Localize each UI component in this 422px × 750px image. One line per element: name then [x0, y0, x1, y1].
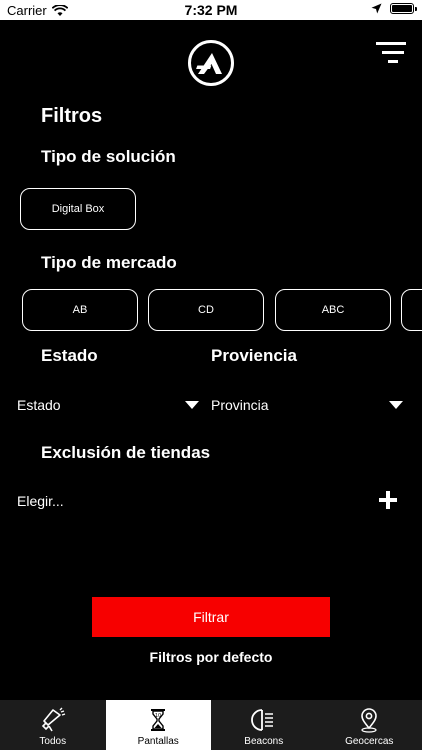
clock: 7:32 PM — [184, 2, 238, 18]
exclusion-select[interactable]: Elegir... — [17, 492, 217, 510]
filter-lines-icon — [376, 42, 406, 63]
brand-a-icon — [196, 53, 222, 74]
chip-market-cd[interactable]: CD — [148, 289, 264, 331]
megaphone-icon — [41, 707, 65, 732]
tab-beacons[interactable]: Beacons — [211, 700, 317, 750]
beacon-icon — [250, 709, 273, 731]
filter-menu-button[interactable] — [375, 41, 407, 65]
add-exclusion-button[interactable] — [379, 491, 397, 509]
svg-text:10: 10 — [155, 713, 161, 719]
filter-button[interactable]: Filtrar — [92, 597, 330, 637]
state-select-value: Estado — [17, 397, 61, 413]
state-heading: Estado — [41, 346, 98, 365]
page-title: Filtros — [41, 105, 103, 127]
caret-down-icon — [389, 401, 403, 409]
status-bar: Carrier 7:32 PM — [0, 0, 422, 20]
chip-market-ab[interactable]: AB — [22, 289, 138, 331]
solution-type-heading: Tipo de solución — [41, 147, 176, 166]
state-select[interactable]: Estado — [17, 396, 203, 414]
chip-market-abc[interactable]: ABC — [275, 289, 391, 331]
tab-label: Todos — [39, 736, 67, 747]
brand-logo — [188, 40, 234, 86]
province-heading: Proviencia — [211, 346, 297, 365]
tab-pantallas[interactable]: 10 Pantallas — [105, 700, 211, 750]
location-arrow-icon — [371, 3, 382, 14]
tab-todos[interactable]: Todos — [0, 700, 106, 750]
hourglass-icon: 10 — [151, 709, 166, 731]
tab-label: Pantallas — [137, 736, 179, 747]
default-filters-link[interactable]: Filtros por defecto — [0, 649, 422, 665]
tab-label: Beacons — [244, 736, 284, 747]
market-type-heading: Tipo de mercado — [41, 253, 177, 272]
tab-bar: Todos 10 Pantallas Beacons Geocercas — [0, 700, 422, 750]
tab-geocercas[interactable]: Geocercas — [317, 700, 422, 750]
caret-down-icon — [185, 401, 199, 409]
province-select[interactable]: Provincia — [211, 396, 406, 414]
exclusion-heading: Exclusión de tiendas — [41, 443, 211, 462]
exclusion-select-value: Elegir... — [17, 493, 64, 509]
battery-icon — [390, 3, 417, 14]
tab-label: Geocercas — [345, 736, 394, 747]
location-pin-icon — [361, 708, 378, 733]
chip-digital-box[interactable]: Digital Box — [20, 188, 136, 230]
province-select-value: Provincia — [211, 397, 269, 413]
chip-market-more[interactable] — [401, 289, 422, 331]
